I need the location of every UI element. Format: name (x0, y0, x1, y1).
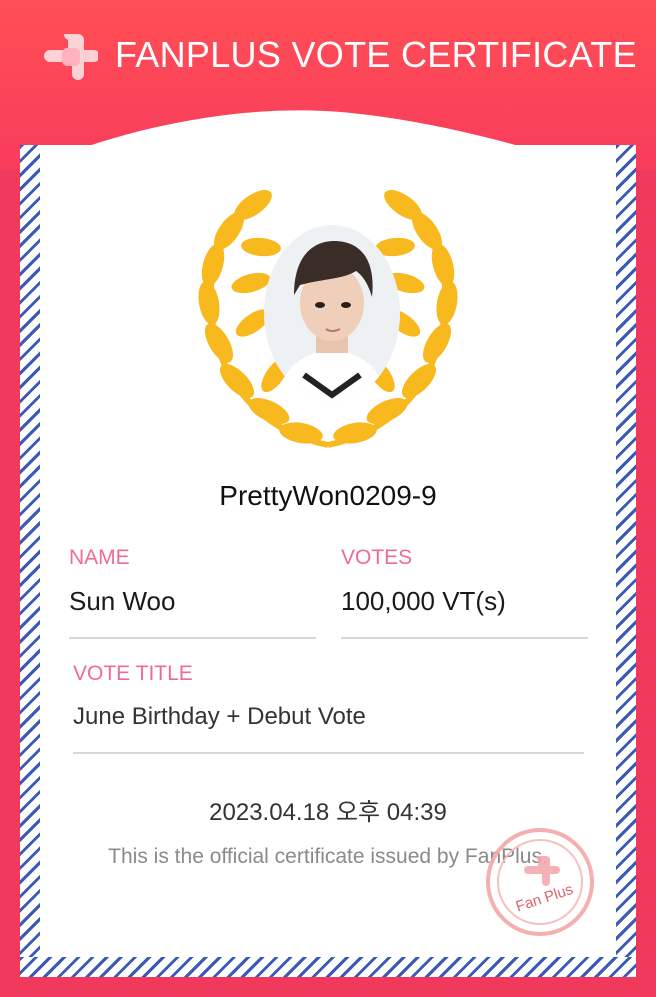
vote-title-label: VOTE TITLE (73, 662, 193, 685)
fanplus-stamp-icon: Fan Plus (486, 828, 594, 936)
portrait-image (264, 225, 400, 401)
name-label: NAME (69, 546, 130, 569)
votes-label: VOTES (341, 546, 413, 569)
votes-value: 100,000 VT(s) (341, 586, 506, 616)
name-value: Sun Woo (69, 586, 176, 616)
bottom-border (20, 957, 636, 977)
vote-title-value: June Birthday + Debut Vote (73, 703, 366, 730)
vote-title-divider (73, 752, 584, 754)
username: PrettyWon0209-9 (219, 480, 437, 511)
vote-datetime: 2023.04.18 오후 04:39 (209, 799, 447, 826)
stamp-text: Fan Plus (514, 881, 576, 915)
name-divider (69, 637, 316, 639)
idol-avatar (264, 225, 400, 401)
certificate-title: FANPLUS VOTE CERTIFICATE (115, 34, 637, 75)
fanplus-logo-icon (44, 34, 98, 80)
votes-divider (341, 637, 588, 639)
